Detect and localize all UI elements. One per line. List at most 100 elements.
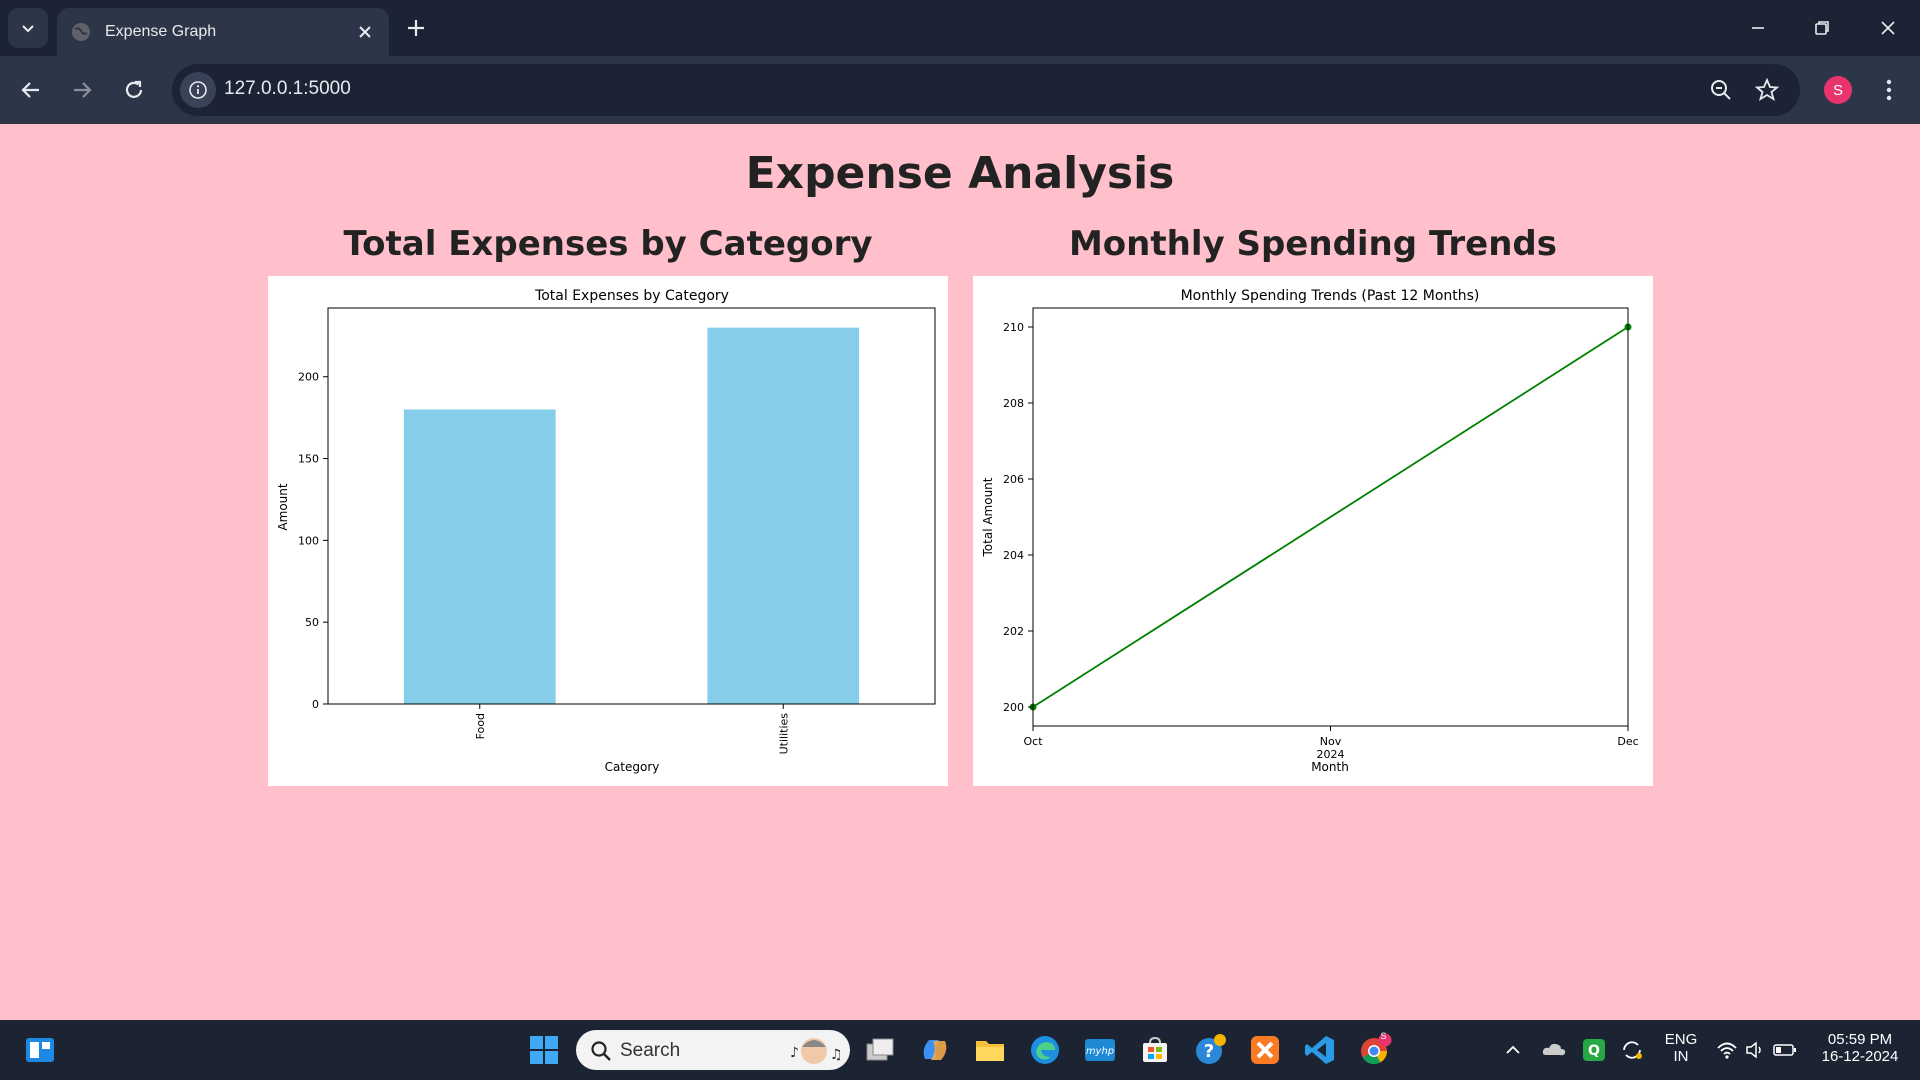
forward-arrow-icon[interactable] xyxy=(69,77,95,103)
profile-avatar[interactable]: S xyxy=(1824,76,1852,104)
file-explorer-button[interactable] xyxy=(970,1030,1010,1070)
close-icon[interactable] xyxy=(355,22,375,42)
clock-date: 16-12-2024 xyxy=(1821,1048,1899,1065)
zoom-icon[interactable] xyxy=(1708,77,1734,103)
section-title-trends: Monthly Spending Trends xyxy=(1068,224,1558,264)
globe-icon xyxy=(72,23,90,41)
y-tick-label: 100 xyxy=(298,534,319,547)
trend-line xyxy=(1032,326,1629,708)
help-icon: ? xyxy=(1196,1034,1226,1064)
y-tick-label: 206 xyxy=(1003,473,1024,486)
tab-strip: Expense Graph xyxy=(0,0,1920,56)
bar-chart-ylabel: Amount xyxy=(276,483,290,530)
bar-chart-title: Total Expenses by Category xyxy=(534,288,729,304)
line-chart-ylabel: Total Amount xyxy=(981,477,995,557)
edge-button[interactable] xyxy=(1025,1030,1065,1070)
edge-icon xyxy=(1031,1036,1059,1064)
search-icon xyxy=(591,1041,611,1061)
language-indicator[interactable]: ENG IN xyxy=(1656,1031,1706,1065)
x-tick-label: Oct xyxy=(1023,735,1043,748)
address-bar[interactable]: 127.0.0.1:5000 xyxy=(172,64,1800,116)
line-chart-title: Monthly Spending Trends (Past 12 Months) xyxy=(1181,288,1480,304)
volume-icon[interactable] xyxy=(1744,1039,1766,1061)
bar-chart-svg: Total Expenses by Category Amount Catego… xyxy=(276,288,936,774)
info-icon xyxy=(189,81,207,99)
bar-utilities xyxy=(707,327,860,704)
vscode-button[interactable] xyxy=(1300,1030,1340,1070)
y-tick-label: 0 xyxy=(312,698,319,711)
x-tick-year-label: 2024 xyxy=(1317,748,1345,761)
y-tick-label: 200 xyxy=(1003,701,1024,714)
section-title-category: Total Expenses by Category xyxy=(343,224,873,264)
bookmark-star-icon[interactable] xyxy=(1754,77,1780,103)
reload-icon[interactable] xyxy=(121,77,147,103)
widgets-button[interactable] xyxy=(20,1030,60,1070)
chevron-up-icon[interactable] xyxy=(1503,1040,1523,1060)
myhp-button[interactable]: myhp xyxy=(1080,1030,1120,1070)
taskbar: Search ♪ ♫ myhp ? S Q ENG IN 05:59 PM 16… xyxy=(0,1020,1920,1080)
wifi-icon[interactable] xyxy=(1716,1039,1738,1061)
language-line1: ENG xyxy=(1664,1031,1698,1048)
vscode-icon xyxy=(1305,1036,1334,1064)
svg-text:Q: Q xyxy=(1588,1043,1600,1059)
line-chart-svg: Monthly Spending Trends (Past 12 Months)… xyxy=(981,288,1639,774)
bar-food xyxy=(403,409,556,704)
y-tick-label: 50 xyxy=(305,616,319,629)
new-tab-icon[interactable] xyxy=(404,16,428,40)
language-line2: IN xyxy=(1673,1048,1689,1065)
chrome-badge-text: S xyxy=(1380,1031,1387,1041)
store-icon xyxy=(1143,1036,1167,1062)
svg-text:?: ? xyxy=(1204,1041,1214,1062)
store-button[interactable] xyxy=(1135,1030,1175,1070)
x-tick-label: Nov xyxy=(1320,735,1342,748)
close-window-icon[interactable] xyxy=(1876,16,1900,40)
sync-icon[interactable] xyxy=(1620,1038,1644,1062)
y-tick-label: 200 xyxy=(298,371,319,384)
folder-icon xyxy=(976,1041,1004,1061)
monthly-line-chart: Monthly Spending Trends (Past 12 Months)… xyxy=(973,276,1653,786)
get-help-button[interactable]: ? xyxy=(1190,1030,1230,1070)
tab-expense-graph[interactable]: Expense Graph xyxy=(57,8,389,56)
widgets-icon xyxy=(26,1038,54,1062)
page-title: Expense Analysis xyxy=(745,148,1175,199)
tab-title: Expense Graph xyxy=(105,23,217,40)
battery-icon[interactable] xyxy=(1772,1039,1798,1061)
search-label: Search xyxy=(620,1040,681,1061)
minimize-icon[interactable] xyxy=(1746,16,1770,40)
y-tick-label: 208 xyxy=(1003,397,1024,410)
svg-text:myhp: myhp xyxy=(1086,1046,1114,1057)
chrome-button[interactable]: S xyxy=(1355,1030,1395,1070)
copilot-button[interactable] xyxy=(915,1030,955,1070)
taskbar-search[interactable]: Search ♪ ♫ xyxy=(576,1030,850,1070)
start-button[interactable] xyxy=(524,1030,564,1070)
qlik-icon[interactable]: Q xyxy=(1582,1038,1606,1062)
clock-time: 05:59 PM xyxy=(1827,1031,1893,1048)
tab-search-button[interactable] xyxy=(8,8,48,48)
url-text[interactable]: 127.0.0.1:5000 xyxy=(224,78,351,100)
onedrive-icon[interactable] xyxy=(1541,1038,1567,1062)
chevron-down-icon xyxy=(22,25,34,33)
line-chart-xlabel: Month xyxy=(1311,760,1349,774)
y-tick-label: 210 xyxy=(1003,321,1024,334)
xampp-button[interactable] xyxy=(1245,1030,1285,1070)
x-tick-label: Food xyxy=(474,713,487,739)
myhp-icon: myhp xyxy=(1085,1039,1115,1061)
x-tick-label: Dec xyxy=(1617,735,1638,748)
y-tick-label: 150 xyxy=(298,453,319,466)
x-tick-label: Utilities xyxy=(777,713,790,755)
xampp-icon xyxy=(1251,1036,1279,1064)
search-highlight-icon: ♪ ♫ xyxy=(790,1038,842,1064)
restore-icon[interactable] xyxy=(1810,16,1834,40)
back-arrow-icon[interactable] xyxy=(18,77,44,103)
bar-chart-xlabel: Category xyxy=(605,760,660,774)
clock[interactable]: 05:59 PM 16-12-2024 xyxy=(1808,1031,1912,1065)
task-view-icon xyxy=(866,1038,894,1061)
task-view-button[interactable] xyxy=(860,1030,900,1070)
y-tick-label: 202 xyxy=(1003,625,1024,638)
site-info-button[interactable] xyxy=(180,72,216,108)
y-tick-label: 204 xyxy=(1003,549,1024,562)
windows-icon xyxy=(530,1036,558,1064)
category-bar-chart: Total Expenses by Category Amount Catego… xyxy=(268,276,948,786)
more-menu-icon[interactable] xyxy=(1876,77,1902,103)
copilot-icon xyxy=(923,1040,947,1060)
